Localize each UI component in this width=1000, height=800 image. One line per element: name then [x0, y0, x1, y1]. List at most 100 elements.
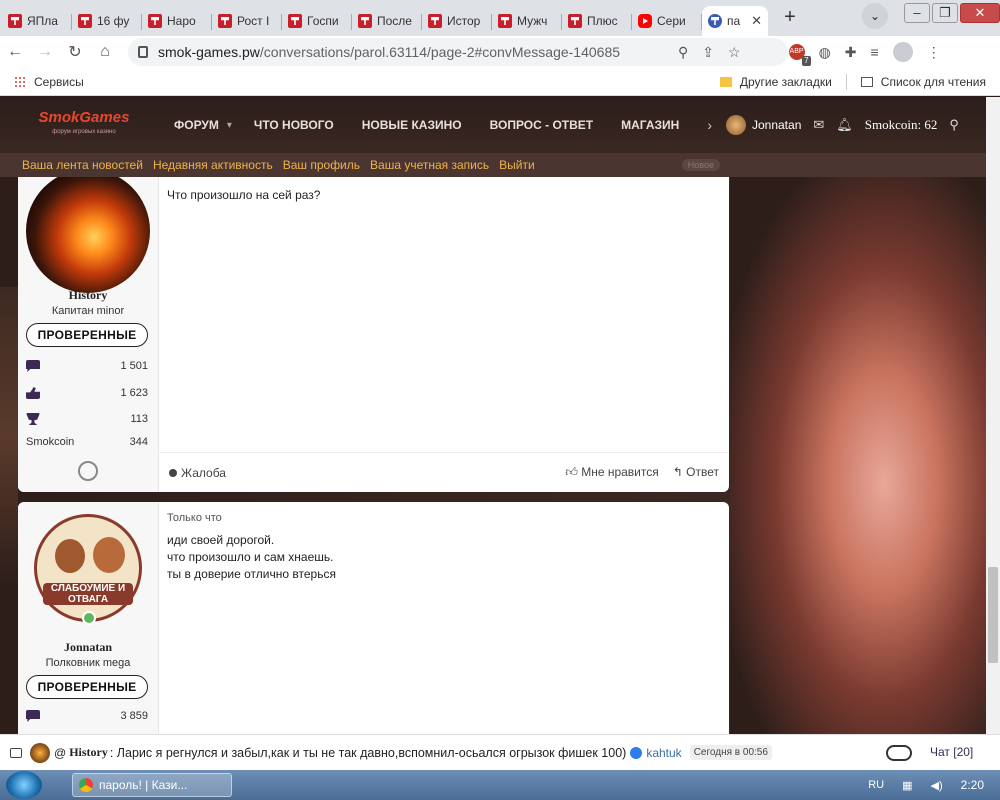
site-logo[interactable]: SmokGames форум игровых казино	[34, 110, 134, 139]
new-tab-button[interactable]: +	[776, 4, 804, 32]
message-time[interactable]: Только что	[167, 512, 721, 524]
extensions-puzzle-icon[interactable]: ✚	[845, 44, 857, 61]
taskbar-chrome-window[interactable]: пароль! | Кази...	[72, 773, 232, 797]
task-label: пароль! | Кази...	[99, 778, 188, 792]
browser-tab[interactable]: Плюс	[562, 6, 632, 36]
stat-smokcoin: Smokcoin 344	[26, 436, 148, 448]
stat-trophies: 113	[26, 413, 148, 425]
browser-tab[interactable]: Сери	[632, 6, 702, 36]
browser-tab[interactable]: Наро	[142, 6, 212, 36]
envelope-icon[interactable]: ✉	[813, 117, 824, 133]
nav-shop[interactable]: МАГАЗИН	[621, 118, 679, 132]
browser-tab[interactable]: Истор	[422, 6, 492, 36]
start-button[interactable]	[6, 771, 42, 799]
browser-tab[interactable]: Госпи	[282, 6, 352, 36]
subnav-account[interactable]: Ваша учетная запись	[370, 158, 489, 172]
author-name[interactable]: History	[18, 288, 158, 303]
globe-icon[interactable]: ◍	[819, 44, 831, 61]
share-icon[interactable]: ⇪	[702, 44, 714, 61]
browser-tab-active[interactable]: па ✕	[702, 6, 768, 36]
new-badge[interactable]: Новое	[681, 159, 720, 171]
media-control-icon[interactable]: ≡	[871, 44, 879, 60]
menu-kebab-icon[interactable]: ⋮	[927, 44, 941, 61]
smokcoin-balance[interactable]: Smokcoin: 62	[865, 117, 938, 133]
chat-open-button[interactable]: Чат [20]	[930, 745, 973, 759]
language-indicator[interactable]: RU	[868, 779, 884, 791]
folder-icon	[719, 76, 732, 87]
url-path: /conversations/parol.63114/page-2#convMe…	[259, 44, 621, 60]
message-text-line: иди своей дорогой.	[167, 533, 275, 547]
subnav-logout[interactable]: Выйти	[499, 158, 535, 172]
report-label: Жалоба	[181, 465, 226, 480]
author-name[interactable]: Jonnatan	[18, 640, 158, 655]
browser-tab[interactable]: После	[352, 6, 422, 36]
nav-new-casinos[interactable]: НОВЫЕ КАЗИНО	[362, 118, 462, 132]
messages-icon	[26, 360, 40, 372]
nav-forum[interactable]: ФОРУМ	[174, 118, 219, 132]
chevron-down-icon[interactable]: ▾	[227, 120, 232, 131]
chat-author-name[interactable]: History	[69, 745, 108, 760]
stat-value: 3 859	[120, 710, 148, 722]
tab-label: Мужч	[517, 14, 548, 28]
site-header: SmokGames форум игровых казино ФОРУМ ▾ ЧТ…	[0, 97, 986, 153]
search-icon[interactable]: ⚲	[949, 117, 959, 133]
scrollbar-thumb[interactable]	[988, 567, 998, 663]
close-tab-icon[interactable]: ✕	[751, 13, 762, 29]
site-favicon-icon	[708, 14, 722, 28]
reading-list-icon	[860, 76, 873, 87]
chat-icon[interactable]	[10, 747, 22, 758]
user-profile-icon[interactable]	[78, 461, 98, 481]
bell-icon[interactable]: 🔔︎	[836, 117, 853, 133]
subnav-feed[interactable]: Ваша лента новостей	[22, 158, 143, 172]
tab-label: па	[727, 14, 741, 28]
message-author-panel: СЛАБОУМИЕ И ОТВАГА Jonnatan Полковник me…	[18, 502, 159, 734]
back-icon[interactable]: ←	[0, 43, 30, 61]
nav-more-chevron-icon[interactable]: ›	[707, 117, 712, 133]
tab-label: Рост I	[237, 14, 270, 28]
maximize-button[interactable]: ❐	[932, 3, 958, 23]
home-icon[interactable]: ⌂	[90, 43, 120, 61]
stat-likes: 1 623	[26, 387, 148, 399]
close-window-button[interactable]: ✕	[960, 3, 1000, 23]
browser-tab[interactable]: Мужч	[492, 6, 562, 36]
like-button[interactable]: 👍︎ Мне нравится	[565, 465, 658, 480]
author-title: Полковник mega	[45, 657, 131, 669]
chat-toggle[interactable]	[886, 745, 912, 761]
other-bookmarks[interactable]: Другие закладки	[740, 75, 832, 89]
browser-tab[interactable]: Рост I	[212, 6, 282, 36]
volume-icon[interactable]: ◀)	[931, 779, 943, 792]
zoom-icon[interactable]: ⚲	[678, 44, 688, 61]
author-avatar[interactable]: СЛАБОУМИЕ И ОТВАГА	[34, 514, 142, 622]
bookmark-star-icon[interactable]: ☆	[728, 44, 741, 61]
profile-avatar[interactable]	[892, 42, 913, 62]
nav-qa[interactable]: ВОПРОС - ОТВЕТ	[490, 118, 594, 132]
tab-label: Наро	[167, 14, 196, 28]
page-scrollbar[interactable]	[986, 97, 1000, 734]
minimize-button[interactable]: –	[904, 3, 930, 23]
network-icon[interactable]: ▦	[902, 779, 912, 792]
reload-icon[interactable]: ↻	[60, 42, 90, 62]
report-button[interactable]: Жалоба	[169, 466, 226, 480]
omnibox-actions: ⚲ ⇪ ☆	[678, 44, 741, 61]
stat-value: 344	[129, 436, 148, 448]
stat-value: 1 501	[120, 360, 148, 372]
browser-tab[interactable]: ЯПла	[2, 6, 72, 36]
forward-icon[interactable]: →	[30, 43, 60, 61]
adblock-icon[interactable]: ABP 7	[788, 44, 811, 66]
subnav-profile[interactable]: Ваш профиль	[283, 158, 360, 172]
message-footer: Жалоба 👍︎ Мне нравится ↰ Ответ	[159, 452, 729, 492]
clock[interactable]: 2:20	[961, 778, 984, 792]
reading-list[interactable]: Список для чтения	[881, 75, 986, 89]
emoji-icon	[630, 746, 643, 759]
message-body: Что произошло на сей раз? Жалоба 👍︎ Мне …	[159, 177, 729, 492]
user-menu[interactable]: Jonnatan	[725, 115, 801, 135]
bookmark-apps[interactable]: Сервисы	[14, 75, 84, 89]
trophy-icon	[26, 413, 40, 425]
subnav-activity[interactable]: Недавняя активность	[153, 158, 273, 172]
tab-search-button[interactable]: ⌄	[862, 3, 888, 29]
nav-whats-new[interactable]: ЧТО НОВОГО	[254, 118, 334, 132]
reply-button[interactable]: ↰ Ответ	[673, 465, 719, 480]
author-avatar[interactable]	[26, 177, 150, 293]
browser-tab[interactable]: 16 фу	[72, 6, 142, 36]
chat-mention[interactable]: kahtuk	[646, 746, 681, 760]
